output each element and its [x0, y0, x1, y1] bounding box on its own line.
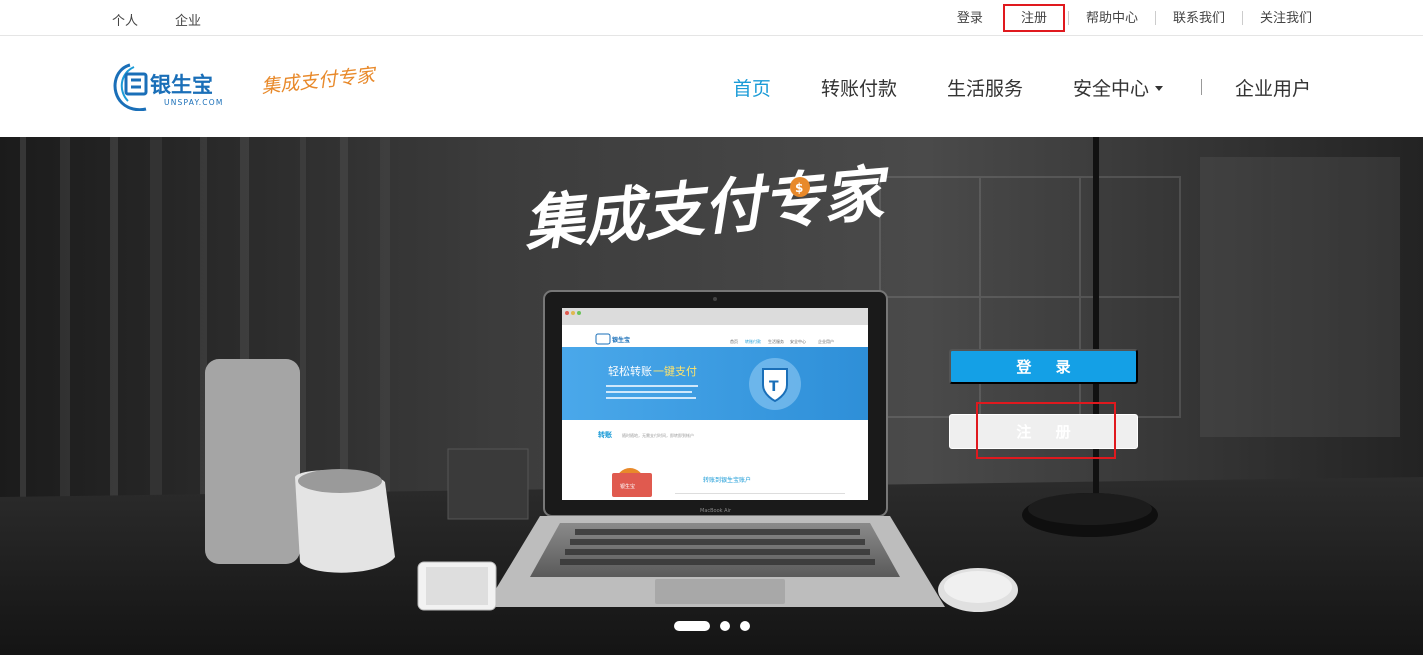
unspay-logo[interactable]: 银生宝 UNSPAY.COM — [112, 61, 236, 111]
svg-text:轻松转账: 轻松转账 — [608, 364, 652, 378]
top-bar: 个人 企业 登录 注册 帮助中心 联系我们 关注我们 — [0, 0, 1423, 36]
svg-text:MacBook Air: MacBook Air — [700, 508, 732, 514]
banner-register-button[interactable]: 注 册 — [949, 414, 1138, 449]
register-link[interactable]: 注册 — [1002, 4, 1065, 32]
carousel-dots — [674, 621, 760, 631]
slogan-text: 集成支付专家 — [262, 64, 379, 98]
svg-text:随时随地，无需支付时间，即转即到帐户: 随时随地，无需支付时间，即转即到帐户 — [622, 432, 694, 438]
hero-banner: 集成支付专家 $ 银生宝 首页 转账付款 生活服务 安全中心 企业用户 轻松转账… — [0, 137, 1423, 655]
svg-text:T: T — [769, 379, 779, 395]
banner-photo: 集成支付专家 $ 银生宝 首页 转账付款 生活服务 安全中心 企业用户 轻松转账… — [0, 137, 1423, 655]
nav-life-services[interactable]: 生活服务 — [947, 74, 1023, 101]
svg-text:转账付款: 转账付款 — [745, 338, 761, 344]
svg-text:首页: 首页 — [730, 338, 738, 344]
nav-enterprise[interactable]: 企业用户 — [1235, 74, 1311, 101]
personal-link[interactable]: 个人 — [112, 10, 138, 29]
top-right-links: 登录 注册 帮助中心 联系我们 关注我们 — [940, 0, 1312, 36]
main-nav: 首页 转账付款 生活服务 安全中心 企业用户 — [683, 37, 1311, 137]
help-center-link[interactable]: 帮助中心 — [1067, 11, 1155, 25]
follow-us-link[interactable]: 关注我们 — [1241, 11, 1312, 25]
svg-text:$: $ — [795, 181, 803, 195]
nav-divider — [1200, 79, 1202, 95]
svg-text:银生宝: 银生宝 — [612, 336, 630, 344]
carousel-dot-1[interactable] — [674, 621, 710, 631]
carousel-dot-3[interactable] — [740, 621, 750, 631]
banner-login-button[interactable]: 登 录 — [949, 349, 1138, 384]
nav-security-center[interactable]: 安全中心 — [1073, 74, 1163, 101]
svg-text:安全中心: 安全中心 — [790, 338, 806, 344]
nav-security-label: 安全中心 — [1072, 78, 1149, 100]
enterprise-link[interactable]: 企业 — [175, 10, 201, 29]
nav-transfer[interactable]: 转账付款 — [821, 74, 897, 101]
login-link[interactable]: 登录 — [940, 11, 1000, 25]
slogan-image: 集成支付专家 — [262, 64, 379, 98]
logo-subtext: UNSPAY.COM — [164, 98, 224, 107]
svg-text:企业用户: 企业用户 — [818, 338, 834, 344]
nav-home[interactable]: 首页 — [733, 74, 771, 101]
svg-text:一键支付: 一键支付 — [653, 364, 697, 378]
svg-text:转账到银生宝账户: 转账到银生宝账户 — [703, 476, 751, 484]
svg-text:生活服务: 生活服务 — [768, 338, 784, 344]
logo-text: 银生宝 — [150, 73, 213, 97]
caret-down-icon — [1154, 85, 1163, 91]
svg-text:银生宝: 银生宝 — [620, 483, 635, 490]
carousel-dot-2[interactable] — [720, 621, 730, 631]
main-header: 银生宝 UNSPAY.COM 集成支付专家 首页 转账付款 生活服务 安全中心 … — [0, 37, 1423, 137]
contact-us-link[interactable]: 联系我们 — [1154, 11, 1242, 25]
svg-text:转账: 转账 — [598, 430, 612, 439]
